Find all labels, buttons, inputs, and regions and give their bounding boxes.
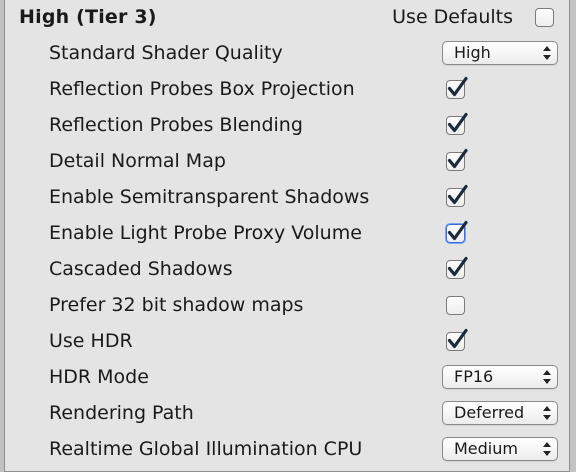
setting-row-standard-shader-quality: Standard Shader Quality High <box>5 36 569 72</box>
up-down-arrows-icon <box>543 46 551 60</box>
setting-label: Enable Light Probe Proxy Volume <box>49 222 362 244</box>
setting-row-hdr-mode: HDR Mode FP16 <box>5 360 569 396</box>
use-defaults-checkbox[interactable] <box>535 8 554 27</box>
checkmark-icon <box>447 184 468 205</box>
setting-row-detail-normal-map: Detail Normal Map <box>5 144 569 180</box>
enable-semitransparent-shadows-checkbox[interactable] <box>446 184 468 207</box>
up-down-arrows-icon <box>543 370 551 384</box>
setting-label: Prefer 32 bit shadow maps <box>49 294 304 316</box>
setting-row-use-hdr: Use HDR <box>5 324 569 360</box>
tier-settings-panel: High (Tier 3) Use Defaults Standard Shad… <box>4 0 570 472</box>
setting-label: Reflection Probes Blending <box>49 114 303 136</box>
setting-label: Detail Normal Map <box>49 150 226 172</box>
reflection-probes-blending-checkbox[interactable] <box>446 112 468 135</box>
hdr-mode-dropdown[interactable]: FP16 <box>442 365 558 389</box>
setting-row-prefer-32-bit-shadow-maps: Prefer 32 bit shadow maps <box>5 288 569 324</box>
setting-row-cascaded-shadows: Cascaded Shadows <box>5 252 569 288</box>
checkmark-icon <box>447 76 468 97</box>
setting-label: Realtime Global Illumination CPU <box>49 438 363 460</box>
dropdown-value: Deferred <box>454 403 525 422</box>
realtime-gi-cpu-dropdown[interactable]: Medium <box>442 437 558 461</box>
checkmark-icon <box>447 328 468 349</box>
setting-label: Standard Shader Quality <box>49 42 283 64</box>
checkmark-icon <box>447 112 468 133</box>
setting-label: HDR Mode <box>49 366 149 388</box>
setting-label: Cascaded Shadows <box>49 258 233 280</box>
up-down-arrows-icon <box>543 406 551 420</box>
dropdown-value: High <box>454 43 491 62</box>
checkmark-icon <box>447 148 468 169</box>
dropdown-value: Medium <box>454 439 518 458</box>
use-hdr-checkbox[interactable] <box>446 328 468 351</box>
reflection-probes-box-projection-checkbox[interactable] <box>446 76 468 99</box>
tier-title: High (Tier 3) <box>19 6 157 28</box>
checkmark-icon <box>447 220 468 241</box>
setting-label: Rendering Path <box>49 402 194 424</box>
setting-row-realtime-global-illumination-cpu: Realtime Global Illumination CPU Medium <box>5 432 569 468</box>
setting-row-reflection-probes-box-projection: Reflection Probes Box Projection <box>5 72 569 108</box>
rendering-path-dropdown[interactable]: Deferred <box>442 401 558 425</box>
detail-normal-map-checkbox[interactable] <box>446 148 468 171</box>
enable-light-probe-proxy-volume-checkbox[interactable] <box>446 220 468 243</box>
standard-shader-quality-dropdown[interactable]: High <box>442 41 558 65</box>
dropdown-value: FP16 <box>454 367 494 386</box>
tier-header: High (Tier 3) Use Defaults <box>5 0 569 36</box>
setting-row-rendering-path: Rendering Path Deferred <box>5 396 569 432</box>
setting-label: Reflection Probes Box Projection <box>49 78 355 100</box>
setting-label: Use HDR <box>49 330 133 352</box>
cascaded-shadows-checkbox[interactable] <box>446 256 468 279</box>
setting-row-reflection-probes-blending: Reflection Probes Blending <box>5 108 569 144</box>
checkmark-icon <box>447 256 468 277</box>
up-down-arrows-icon <box>543 442 551 456</box>
setting-row-enable-light-probe-proxy-volume: Enable Light Probe Proxy Volume <box>5 216 569 252</box>
prefer-32-bit-shadow-maps-checkbox[interactable] <box>446 296 465 315</box>
setting-row-enable-semitransparent-shadows: Enable Semitransparent Shadows <box>5 180 569 216</box>
setting-label: Enable Semitransparent Shadows <box>49 186 370 208</box>
use-defaults-label: Use Defaults <box>392 6 513 28</box>
